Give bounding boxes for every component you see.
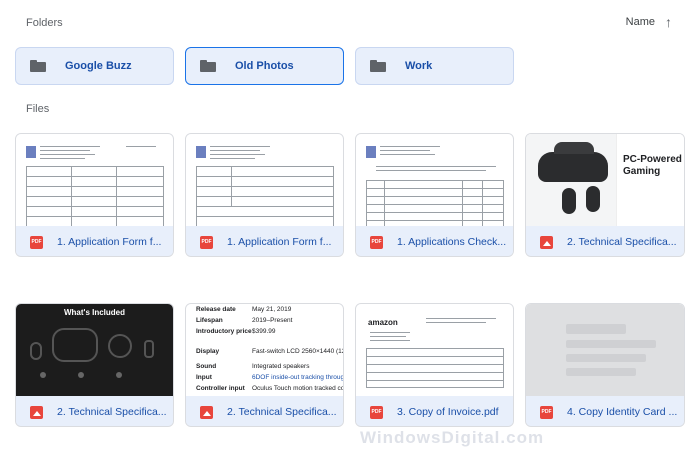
file-name: 2. Technical Specifica... [57,406,167,418]
pdf-file-icon: PDF [30,235,43,249]
pdf-file-icon: PDF [370,235,383,249]
file-card[interactable]: PDF 4. Copy Identity Card ... [525,303,685,427]
pdf-file-icon: PDF [200,235,213,249]
image-file-icon [30,405,43,419]
file-name: 3. Copy of Invoice.pdf [397,406,499,418]
spec-value: Oculus Touch motion tracked controllers … [252,385,343,392]
sort-label: Name [625,16,655,28]
spec-key: Input [196,374,212,381]
spec-value: May 21, 2019 [252,306,292,313]
folder-icon [370,60,386,72]
file-thumbnail: PC-Powered Gaming [526,134,684,226]
file-name: 1. Application Form f... [227,236,332,248]
file-name: 1. Application Form f... [57,236,162,248]
folder-name: Work [405,60,433,72]
sort-by-name-button[interactable]: Name ↑ [626,15,672,29]
folder-name: Google Buzz [65,60,132,72]
file-thumbnail: Release date May 21, 2019 Lifespan 2019–… [186,304,343,396]
folder-old-photos[interactable]: Old Photos [185,47,344,85]
file-card[interactable]: PDF 1. Application Form f... [15,133,174,257]
file-card[interactable]: Release date May 21, 2019 Lifespan 2019–… [185,303,344,427]
file-name: 2. Technical Specifica... [567,236,677,248]
folder-google-buzz[interactable]: Google Buzz [15,47,174,85]
spec-value: 2019–Present [252,317,293,324]
file-name: 2. Technical Specifica... [227,406,337,418]
watermark: WindowsDigital.com [360,428,545,447]
file-name: 4. Copy Identity Card ... [567,406,678,418]
spec-key: Sound [196,363,217,370]
sort-ascending-arrow-icon[interactable]: ↑ [665,15,672,29]
spec-key: Release date [196,306,236,313]
file-card[interactable]: PDF 1. Application Form f... [185,133,344,257]
file-card[interactable]: PDF 1. Applications Check... [355,133,514,257]
image-file-icon [200,405,213,419]
file-card[interactable]: PC-Powered Gaming 2. Technical Specifica… [525,133,685,257]
whats-included-title: What's Included [63,308,125,317]
files-section-label: Files [26,103,50,115]
file-thumbnail: amazon [356,304,513,396]
file-name: 1. Applications Check... [397,236,507,248]
file-thumbnail: What's Included [16,304,173,396]
file-card[interactable]: amazon PDF 3. Copy of Invoice.pdf [355,303,514,427]
file-thumbnail [186,134,343,226]
file-thumbnail [526,304,684,396]
spec-key: Lifespan [196,317,223,324]
image-file-icon [540,235,553,249]
pdf-file-icon: PDF [370,405,383,419]
spec-value: Integrated speakers [252,363,310,370]
promo-title: PC-Powered Gaming [623,154,682,177]
file-card[interactable]: What's Included 2. Technical Specifica..… [15,303,174,427]
folder-work[interactable]: Work [355,47,514,85]
spec-value: Fast-switch LCD 2560×1440 (1280×1440 per… [252,348,343,355]
folder-icon [200,60,216,72]
spec-value: 6DOF inside-out tracking through 5 built… [252,374,343,381]
spec-value: $399.99 [252,328,276,335]
folder-name: Old Photos [235,60,294,72]
spec-key: Controller input [196,385,245,392]
file-thumbnail [16,134,173,226]
spec-key: Introductory price [196,328,252,335]
pdf-file-icon: PDF [540,405,553,419]
folder-icon [30,60,46,72]
spec-key: Display [196,348,220,355]
folders-section-label: Folders [26,17,63,29]
file-thumbnail [356,134,513,226]
